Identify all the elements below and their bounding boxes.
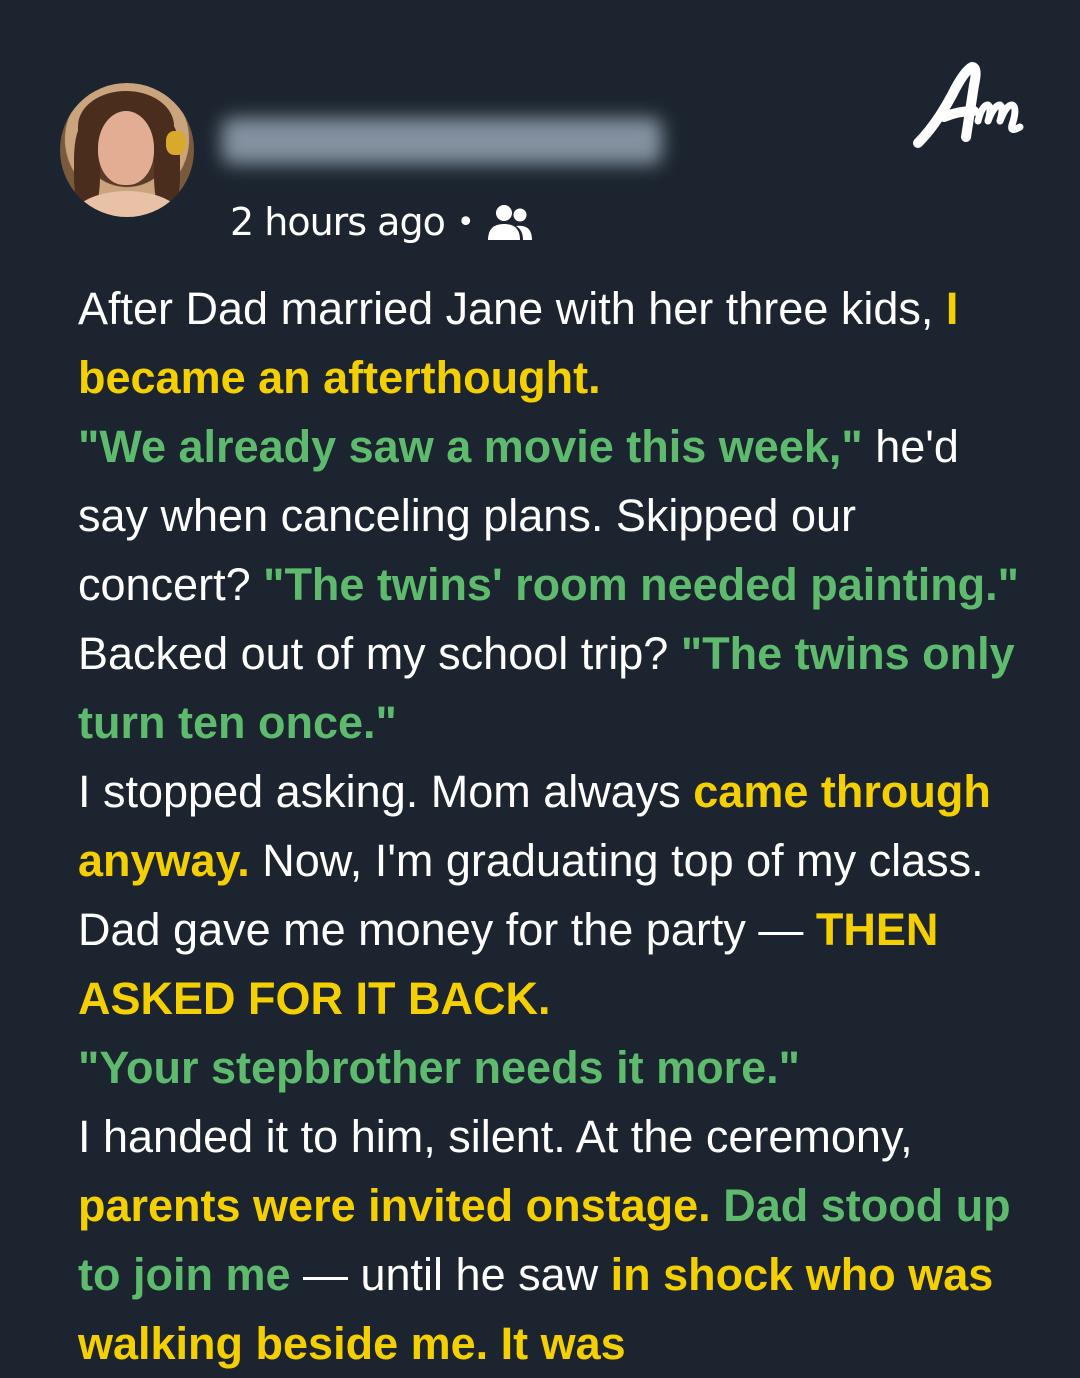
blurred-username[interactable]	[222, 118, 662, 164]
story-green-quote: "The twins' room needed painting."	[263, 559, 1020, 610]
amomama-logo	[913, 62, 1024, 148]
avatar-face	[98, 111, 154, 185]
story-paragraph: After Dad married Jane with her three ki…	[78, 274, 1028, 1378]
post-timestamp: 2 hours ago	[230, 200, 446, 244]
story-plain: — until he saw	[290, 1249, 611, 1300]
story-plain: I handed it to him, silent. At the cerem…	[78, 1111, 913, 1162]
story-plain	[711, 1180, 724, 1231]
post-meta: 2 hours ago •	[230, 200, 534, 244]
story-green-quote: "We already saw a movie this week,"	[78, 421, 863, 472]
story-plain: I stopped asking. Mom always	[78, 766, 694, 817]
meta-separator: •	[456, 204, 475, 240]
story-text: After Dad married Jane with her three ki…	[78, 274, 1028, 1378]
friends-group-icon[interactable]	[486, 202, 534, 242]
story-plain: Backed out of my school trip?	[78, 628, 681, 679]
avatar-flower	[166, 131, 186, 155]
story-green-quote: "Your stepbrother needs it more."	[78, 1042, 800, 1093]
story-yellow-highlight: parents were invited onstage.	[78, 1180, 711, 1231]
story-plain: After Dad married Jane with her three ki…	[78, 283, 946, 334]
profile-avatar[interactable]	[60, 83, 194, 217]
